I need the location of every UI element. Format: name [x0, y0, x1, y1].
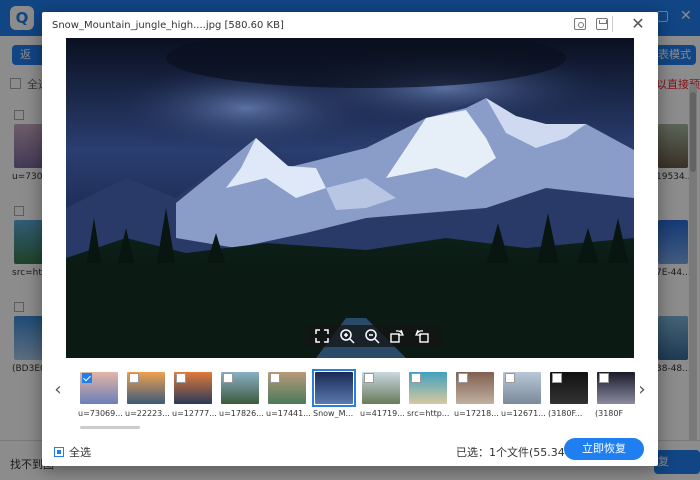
- zoom-in-icon[interactable]: [339, 328, 355, 344]
- thumbnail-item[interactable]: src=http...: [407, 372, 449, 418]
- thumbnail-item[interactable]: u=17441...: [266, 372, 310, 418]
- thumbnail-label: u=22223...: [125, 409, 169, 418]
- dialog-footer: 全选 已选：1个文件(55.34 KB) 立即恢复: [42, 436, 658, 466]
- select-all-label: 全选: [69, 446, 91, 459]
- thumbnail-checkbox[interactable]: [411, 373, 421, 383]
- thumbnail-label: (3180F...: [548, 409, 583, 418]
- thumbnail-item[interactable]: (3180F...: [548, 372, 588, 418]
- thumbnail-label: u=17826...: [219, 409, 263, 418]
- thumbnail-item[interactable]: u=73069...: [78, 372, 122, 418]
- thumbnail-scrollbar[interactable]: [80, 426, 140, 429]
- thumbnail-item[interactable]: u=12671...: [501, 372, 545, 418]
- rotate-left-icon[interactable]: [414, 328, 430, 344]
- thumbnail-checkbox[interactable]: [505, 373, 515, 383]
- dialog-title: Snow_Mountain_jungle_high....jpg [580.60…: [52, 20, 284, 31]
- recover-now-button[interactable]: 立即恢复: [564, 438, 644, 460]
- close-dialog-button[interactable]: ✕: [628, 14, 648, 34]
- rotate-right-icon[interactable]: [389, 328, 405, 344]
- thumbnail-item[interactable]: u=22223...: [125, 372, 169, 418]
- thumbnail-checkbox[interactable]: [82, 373, 92, 383]
- thumbnail-item[interactable]: Snow_M...: [312, 369, 356, 418]
- image-toolbar: [306, 325, 442, 347]
- thumbnail-label: src=http...: [407, 409, 450, 418]
- preview-image: [66, 38, 634, 358]
- thumbnail-checkbox[interactable]: [270, 373, 280, 383]
- thumbnail-label: u=17441...: [266, 409, 310, 418]
- thumbnail-item[interactable]: u=41719...: [360, 372, 404, 418]
- thumbnail-item[interactable]: u=17218...: [454, 372, 498, 418]
- title-divider: [612, 16, 613, 32]
- thumbnail-checkbox[interactable]: [458, 373, 468, 383]
- fit-screen-icon[interactable]: [314, 328, 330, 344]
- thumbnail-checkbox[interactable]: [364, 373, 374, 383]
- thumbnail-label: u=17218...: [454, 409, 498, 418]
- thumbnail-label: (3180F: [595, 409, 624, 418]
- thumbnail-checkbox[interactable]: [223, 373, 233, 383]
- thumbnail-label: u=73069...: [78, 409, 122, 418]
- thumbnail-label: Snow_M...: [313, 409, 354, 418]
- thumbnail-strip: ‹ › u=73069... u=22223... u=12777... u=1782…: [42, 362, 658, 424]
- select-all-checkbox[interactable]: [54, 447, 64, 457]
- save-icon[interactable]: [596, 18, 608, 30]
- prev-arrow-icon[interactable]: ‹: [50, 380, 66, 400]
- thumbnail-label: u=41719...: [360, 409, 404, 418]
- thumbnail-label: u=12777...: [172, 409, 216, 418]
- thumbnail-checkbox[interactable]: [176, 373, 186, 383]
- thumbnail-item[interactable]: u=17826...: [219, 372, 263, 418]
- thumbnail-checkbox[interactable]: [599, 373, 609, 383]
- zoom-out-icon[interactable]: [364, 328, 380, 344]
- thumbnail-item[interactable]: (3180F: [595, 372, 635, 418]
- thumbnail-checkbox[interactable]: [552, 373, 562, 383]
- view-details-icon[interactable]: [574, 18, 586, 30]
- preview-dialog: Snow_Mountain_jungle_high....jpg [580.60…: [42, 12, 658, 466]
- thumbnail-item[interactable]: u=12777...: [172, 372, 216, 418]
- thumbnail-label: u=12671...: [501, 409, 545, 418]
- thumbnail-checkbox[interactable]: [129, 373, 139, 383]
- dialog-select-all[interactable]: 全选: [54, 444, 91, 460]
- thumbnail-image[interactable]: [315, 372, 353, 404]
- mountain-image: [66, 38, 634, 358]
- next-arrow-icon[interactable]: ›: [634, 380, 650, 400]
